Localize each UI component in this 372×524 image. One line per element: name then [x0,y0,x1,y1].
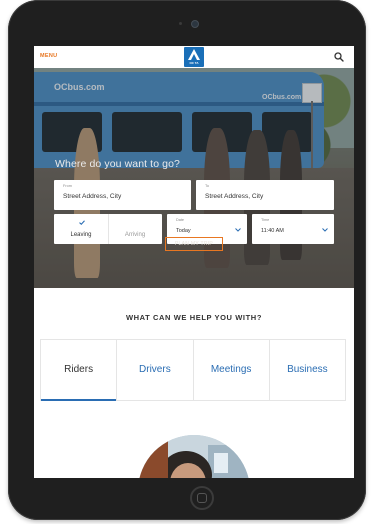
tab-drivers[interactable]: Drivers [117,340,194,400]
leaving-option[interactable]: Leaving [54,214,109,244]
rider-photo [138,435,250,478]
tablet-screen: MENU OC TA OCbus.com OCbus.com Where do … [34,46,354,478]
home-button[interactable] [190,486,214,510]
hero-dark-overlay [34,68,354,288]
hero-question: Where do you want to go? [55,158,180,170]
leaving-label: Leaving [70,232,92,238]
arriving-label: Arriving [124,232,146,238]
tab-riders[interactable]: Riders [41,340,118,401]
to-label: To [205,184,210,188]
front-camera [191,20,199,28]
time-label: Time [261,218,270,222]
logo-text: OC TA [189,61,199,65]
search-icon[interactable] [334,52,344,62]
chevron-down-icon [322,228,328,232]
plan-my-trip-button[interactable]: PLAN MY TRIP [165,237,223,251]
date-value: Today [176,228,191,234]
from-field[interactable]: From Street Address, City [54,180,191,210]
rider-photo-illustration [138,435,250,478]
date-label: Date [176,218,185,222]
to-field[interactable]: To Street Address, City [196,180,334,210]
sensor-dot [179,22,182,25]
chevron-down-icon [235,228,241,232]
tab-business[interactable]: Business [270,340,345,400]
to-input[interactable]: Street Address, City [205,193,263,200]
tab-meetings[interactable]: Meetings [194,340,270,400]
leave-arrive-toggle: Leaving Arriving [54,214,162,244]
hero-trip-planner: OCbus.com OCbus.com Where do you want to… [34,68,354,288]
help-tabs: Riders Drivers Meetings Business [40,339,346,401]
from-label: From [63,184,72,188]
octa-logo[interactable]: OC TA [184,47,204,67]
help-section-title: WHAT CAN WE HELP YOU WITH? [125,313,262,322]
time-select[interactable]: Time 11:40 AM [252,214,334,244]
check-icon [79,220,85,225]
from-input[interactable]: Street Address, City [63,193,121,200]
menu-button[interactable]: MENU [40,53,57,59]
octa-logo-icon [188,49,200,60]
arriving-option[interactable]: Arriving [108,214,162,244]
time-value: 11:40 AM [261,228,284,234]
home-button-square-icon [197,493,207,503]
site-header: MENU OC TA [34,46,354,68]
